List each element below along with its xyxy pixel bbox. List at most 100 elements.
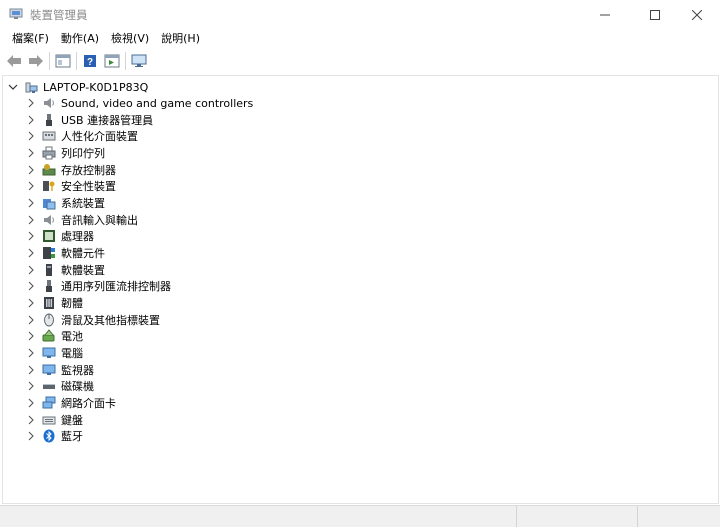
- tree-item-label: USB 連接器管理員: [61, 114, 154, 127]
- chevron-right-icon[interactable]: [26, 248, 36, 258]
- tree-item-disk-drives[interactable]: 磁碟機: [26, 378, 94, 394]
- tree-item-label: 藍牙: [61, 430, 83, 443]
- chevron-right-icon[interactable]: [26, 148, 36, 158]
- chevron-right-icon[interactable]: [26, 398, 36, 408]
- tree-item-label: 韌體: [61, 297, 83, 310]
- title-bar: 裝置管理員: [0, 0, 720, 29]
- monitor-icon: [131, 54, 147, 67]
- tree-item-bluetooth[interactable]: 藍牙: [26, 428, 83, 444]
- tree-item-label: 網路介面卡: [61, 397, 116, 410]
- status-divider: [637, 506, 638, 527]
- forward-button[interactable]: [25, 50, 47, 72]
- chevron-right-icon[interactable]: [26, 181, 36, 191]
- tree-item-monitors[interactable]: 監視器: [26, 362, 94, 378]
- tree-item-network-adapters[interactable]: 網路介面卡: [26, 395, 116, 411]
- chevron-right-icon[interactable]: [26, 281, 36, 291]
- window-title: 裝置管理員: [30, 8, 88, 22]
- menu-file[interactable]: 檔案(F): [6, 29, 55, 48]
- close-button[interactable]: [674, 0, 720, 29]
- bluetooth-icon: [42, 429, 56, 443]
- tree-item-hid[interactable]: 人性化介面裝置: [26, 128, 138, 144]
- chevron-right-icon[interactable]: [26, 365, 36, 375]
- tree-item-usb-connector[interactable]: USB 連接器管理員: [26, 112, 153, 128]
- audio-icon: [42, 213, 56, 227]
- tree-item-audio-io[interactable]: 音訊輸入與輸出: [26, 212, 138, 228]
- menu-help[interactable]: 說明(H): [155, 29, 206, 48]
- chevron-right-icon[interactable]: [26, 165, 36, 175]
- tree-item-label: 磁碟機: [61, 380, 94, 393]
- speaker-icon: [42, 96, 56, 110]
- chevron-right-icon[interactable]: [26, 381, 36, 391]
- toolbar-separator: [49, 52, 50, 70]
- chevron-right-icon[interactable]: [26, 315, 36, 325]
- tree-item-usb-controllers[interactable]: 通用序列匯流排控制器: [26, 278, 171, 294]
- close-icon: [692, 9, 702, 20]
- tree-item-system-devices[interactable]: 系統裝置: [26, 195, 105, 211]
- tree-item-label: 音訊輸入與輸出: [61, 214, 138, 227]
- tree-item-computer[interactable]: 電腦: [26, 345, 83, 361]
- keyboard-hid-icon: [42, 129, 56, 143]
- software-device-icon: [42, 263, 56, 277]
- tree-item-security-devices[interactable]: 安全性裝置: [26, 178, 116, 194]
- tree-item-batteries[interactable]: 電池: [26, 328, 83, 344]
- maximize-icon: [650, 9, 660, 20]
- tree-item-label: 滑鼠及其他指標裝置: [61, 314, 160, 327]
- chevron-right-icon[interactable]: [26, 215, 36, 225]
- tree-item-print-queue[interactable]: 列印佇列: [26, 145, 105, 161]
- tree-item-label: 安全性裝置: [61, 180, 116, 193]
- view-icon: [104, 54, 120, 68]
- chevron-right-icon[interactable]: [26, 231, 36, 241]
- tree-item-sound[interactable]: Sound, video and game controllers: [26, 95, 253, 111]
- chevron-right-icon[interactable]: [26, 131, 36, 141]
- tree-root[interactable]: LAPTOP-K0D1P83Q: [8, 79, 148, 95]
- toolbar-separator: [76, 52, 77, 70]
- tree-item-label: 人性化介面裝置: [61, 130, 138, 143]
- properties-button[interactable]: [52, 50, 74, 72]
- device-tree: LAPTOP-K0D1P83Q Sound, video and game co…: [2, 75, 719, 504]
- chevron-right-icon[interactable]: [26, 115, 36, 125]
- maximize-button[interactable]: [632, 0, 678, 29]
- help-button[interactable]: ?: [79, 50, 101, 72]
- back-icon: [7, 55, 21, 67]
- view-button[interactable]: [101, 50, 123, 72]
- properties-icon: [55, 54, 71, 68]
- tree-item-label: 鍵盤: [61, 414, 83, 427]
- chevron-right-icon[interactable]: [26, 265, 36, 275]
- disk-drive-icon: [42, 379, 56, 393]
- chevron-right-icon[interactable]: [26, 431, 36, 441]
- menu-view[interactable]: 檢視(V): [105, 29, 155, 48]
- status-divider: [516, 506, 517, 527]
- chevron-right-icon[interactable]: [26, 348, 36, 358]
- firmware-icon: [42, 296, 56, 310]
- menu-action[interactable]: 動作(A): [55, 29, 105, 48]
- scan-hardware-button[interactable]: [128, 50, 150, 72]
- computer-icon: [42, 346, 56, 360]
- back-button[interactable]: [3, 50, 25, 72]
- mouse-icon: [42, 313, 56, 327]
- tree-item-label: 軟體元件: [61, 247, 105, 260]
- tree-item-mice[interactable]: 滑鼠及其他指標裝置: [26, 312, 160, 328]
- tree-item-label: 列印佇列: [61, 147, 105, 160]
- chevron-down-icon[interactable]: [8, 82, 18, 92]
- menu-bar: 檔案(F) 動作(A) 檢視(V) 說明(H): [0, 29, 720, 48]
- status-bar: [0, 505, 720, 527]
- usb-controller-icon: [42, 279, 56, 293]
- security-key-icon: [42, 179, 56, 193]
- battery-icon: [42, 329, 56, 343]
- tree-item-software-components[interactable]: 軟體元件: [26, 245, 105, 261]
- minimize-button[interactable]: [582, 0, 628, 29]
- tree-item-storage-controllers[interactable]: 存放控制器: [26, 162, 116, 178]
- tree-item-label: 處理器: [61, 230, 94, 243]
- tree-item-label: 存放控制器: [61, 164, 116, 177]
- chevron-right-icon[interactable]: [26, 98, 36, 108]
- tree-item-keyboards[interactable]: 鍵盤: [26, 412, 83, 428]
- chevron-right-icon[interactable]: [26, 331, 36, 341]
- tree-item-software-devices[interactable]: 軟體裝置: [26, 262, 105, 278]
- chevron-right-icon[interactable]: [26, 198, 36, 208]
- chevron-right-icon[interactable]: [26, 415, 36, 425]
- storage-controller-icon: [42, 163, 56, 177]
- computer-root-icon: [24, 80, 38, 94]
- tree-item-processors[interactable]: 處理器: [26, 228, 94, 244]
- tree-item-firmware[interactable]: 韌體: [26, 295, 83, 311]
- chevron-right-icon[interactable]: [26, 298, 36, 308]
